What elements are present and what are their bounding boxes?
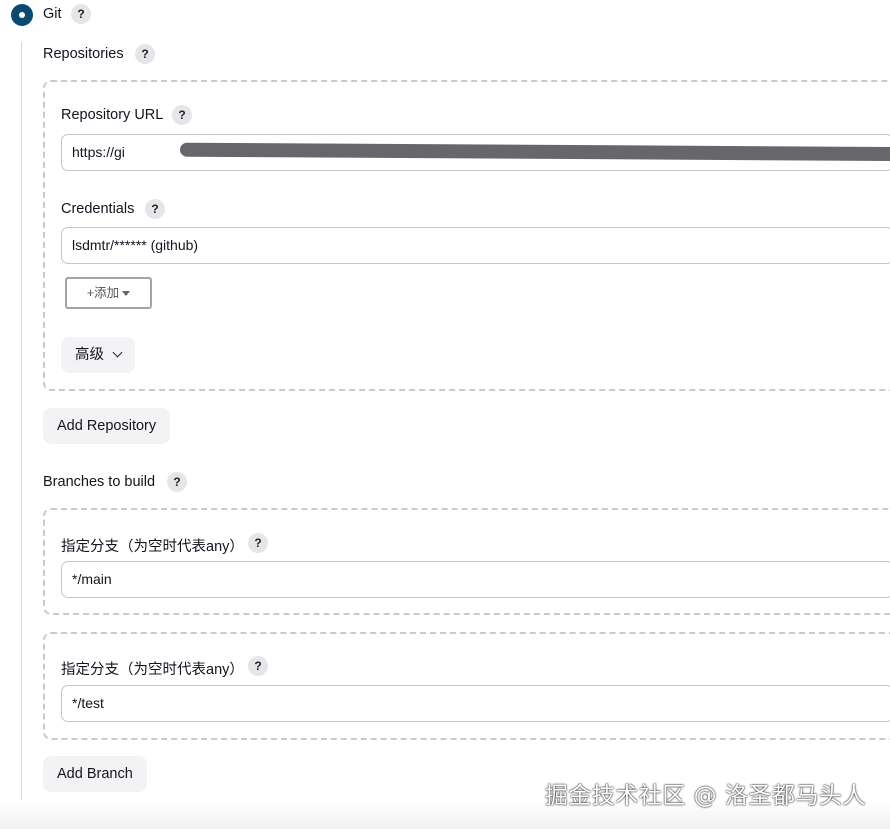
add-credentials-label: 添加 [94, 286, 120, 300]
branch-specifier-help-icon-2[interactable]: ? [248, 656, 268, 676]
repositories-help-icon[interactable]: ? [135, 44, 155, 64]
git-help-icon[interactable]: ? [71, 4, 91, 24]
branch-specifier-input-1[interactable]: */main [61, 561, 890, 598]
caret-down-icon [122, 291, 131, 297]
section-indent-line [21, 42, 22, 829]
repository-url-label: Repository URL [61, 107, 164, 123]
branch-specifier-input-2[interactable]: */test [61, 685, 890, 722]
add-branch-button[interactable]: Add Branch [43, 756, 147, 792]
add-repository-button[interactable]: Add Repository [43, 408, 171, 444]
branch-specifier-help-icon-1[interactable]: ? [248, 533, 268, 553]
repository-url-help-icon[interactable]: ? [172, 105, 192, 125]
branch-specifier-label-1: 指定分支（为空时代表any） [61, 539, 244, 555]
repositories-label: Repositories [43, 46, 124, 62]
credentials-select[interactable]: lsdmtr/****** (github) [61, 227, 890, 264]
git-label: Git [43, 6, 62, 22]
credentials-label: Credentials [61, 201, 135, 217]
branch-specifier-value-2: */test [72, 695, 104, 711]
add-credentials-button[interactable]: +添加 [65, 277, 152, 309]
advanced-label: 高级 [75, 347, 104, 363]
repository-url-value: https://gi [72, 144, 125, 160]
branches-label: Branches to build [43, 474, 156, 490]
credentials-value: lsdmtr/****** (github) [72, 237, 199, 253]
advanced-button[interactable]: 高级 [61, 337, 135, 373]
credentials-help-icon[interactable]: ? [145, 199, 165, 219]
git-radio[interactable] [11, 4, 33, 26]
repository-url-input[interactable]: https://gi [61, 134, 890, 171]
branch-specifier-value-1: */main [72, 571, 112, 587]
branch-specifier-label-2: 指定分支（为空时代表any） [61, 662, 244, 678]
redaction-mark [179, 142, 890, 162]
watermark: 掘金技术社区 @ 洛圣都马头人 [544, 783, 866, 809]
branches-help-icon[interactable]: ? [167, 472, 187, 492]
chevron-down-icon [112, 347, 123, 358]
